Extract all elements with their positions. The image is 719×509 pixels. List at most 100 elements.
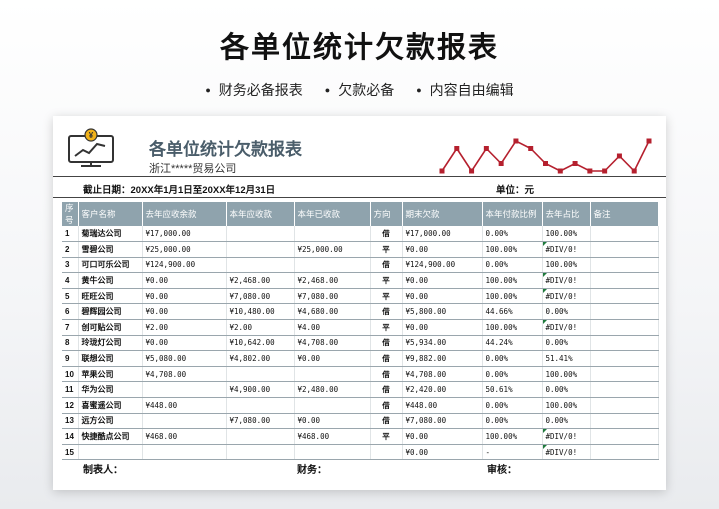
table-row: 5 旺旺公司 ¥0.00 ¥7,080.00 ¥7,080.00 平 ¥0.00 100.00… bbox=[62, 288, 659, 305]
column-header: 备注 bbox=[590, 202, 659, 226]
cell-paid: ¥2,468.00 bbox=[294, 272, 371, 289]
sparkline-point bbox=[557, 168, 563, 174]
column-header: 客户名称 bbox=[78, 202, 143, 226]
cell-note bbox=[590, 303, 659, 321]
cell-seq: 8 bbox=[62, 335, 79, 352]
cell-recv: ¥7,080.00 bbox=[226, 413, 295, 430]
table-row: 3 可口可乐公司 ¥124,900.00 借 ¥124,900.00 0.00% 100.0… bbox=[62, 257, 659, 274]
cell-end: ¥0.00 bbox=[402, 288, 483, 305]
cell-end: ¥17,000.00 bbox=[402, 226, 483, 243]
cell-name: 创可贴公司 bbox=[78, 319, 143, 336]
cell-prev: ¥25,000.00 bbox=[142, 241, 227, 258]
cell-dir: 平 bbox=[370, 319, 403, 336]
cell-note bbox=[590, 397, 659, 414]
cell-seq: 7 bbox=[62, 319, 79, 336]
cell-name: 菊瑞达公司 bbox=[78, 226, 143, 243]
table-row: 4 黄牛公司 ¥0.00 ¥2,468.00 ¥2,468.00 平 ¥0.00 100.00… bbox=[62, 272, 659, 289]
feature-list: 财务必备报表 欠款必备 内容自由编辑 bbox=[0, 80, 719, 100]
cell-end: ¥0.00 bbox=[402, 272, 483, 289]
sparkline-point bbox=[513, 138, 519, 144]
feature-item: 内容自由编辑 bbox=[416, 80, 514, 100]
signature-row: 制表人： 财务： 审核： bbox=[53, 458, 666, 478]
cell-paid: ¥2,480.00 bbox=[294, 381, 371, 399]
cell-paid: ¥25,000.00 bbox=[294, 241, 371, 258]
cell-paid: ¥4,708.00 bbox=[294, 335, 371, 352]
cell-seq: 12 bbox=[62, 397, 79, 414]
cell-name: 旺旺公司 bbox=[78, 288, 143, 305]
cell-note bbox=[590, 366, 659, 383]
cell-share: #DIV/0! bbox=[542, 319, 591, 336]
cell-ratio: 0.00% bbox=[482, 397, 543, 414]
table-row: 9 联想公司 ¥5,080.00 ¥4,802.00 ¥0.00 借 ¥9,882.00 0.… bbox=[62, 350, 659, 367]
cell-recv bbox=[226, 257, 295, 274]
cell-name: 雪碧公司 bbox=[78, 241, 143, 258]
sparkline-point bbox=[602, 168, 608, 174]
cell-prev: ¥468.00 bbox=[142, 428, 227, 445]
sparkline-point bbox=[498, 161, 504, 166]
finance-label: 财务： bbox=[297, 465, 327, 476]
cell-ratio: 100.00% bbox=[482, 428, 543, 445]
cell-seq: 6 bbox=[62, 303, 79, 321]
column-header: 序号 bbox=[62, 202, 79, 226]
column-header: 方向 bbox=[370, 202, 403, 226]
cell-name: 碧辉园公司 bbox=[78, 303, 143, 321]
date-range-label: 截止日期：20XX年1月1日至20XX年12月31日 bbox=[83, 185, 276, 196]
cell-seq: 10 bbox=[62, 366, 79, 383]
cell-end: ¥5,934.00 bbox=[402, 335, 483, 352]
debt-table: 序号 客户名称 去年应收余款 本年应收款 本年已收款 方向 期末欠款 本年付款比例 去年占比 备注… bbox=[62, 202, 659, 461]
column-header: 去年应收余款 bbox=[142, 202, 227, 226]
cell-ratio: 0.00% bbox=[482, 366, 543, 383]
column-header: 去年占比 bbox=[542, 202, 591, 226]
cell-name: 玲珑灯公司 bbox=[78, 335, 143, 352]
cell-recv: ¥10,642.00 bbox=[226, 335, 295, 352]
cell-ratio: 100.00% bbox=[482, 241, 543, 258]
cell-end: ¥0.00 bbox=[402, 428, 483, 445]
cell-name: 喜蜜遥公司 bbox=[78, 397, 143, 414]
sparkline-point bbox=[616, 153, 622, 159]
column-header: 本年付款比例 bbox=[482, 202, 543, 226]
cell-seq: 5 bbox=[62, 288, 79, 305]
cell-ratio: 44.24% bbox=[482, 335, 543, 352]
cell-end: ¥9,882.00 bbox=[402, 350, 483, 367]
page-headline: 各单位统计欠款报表 bbox=[219, 32, 499, 64]
cell-note bbox=[590, 428, 659, 445]
feature-item: 欠款必备 bbox=[325, 80, 394, 100]
sparkline-point bbox=[483, 146, 489, 151]
column-header: 本年应收款 bbox=[226, 202, 295, 226]
cell-end: ¥124,900.00 bbox=[402, 257, 483, 274]
cell-end: ¥448.00 bbox=[402, 397, 483, 414]
sparkline-chart bbox=[439, 138, 652, 174]
cell-recv bbox=[226, 397, 295, 414]
cell-paid: ¥0.00 bbox=[294, 350, 371, 367]
svg-text:¥: ¥ bbox=[89, 131, 94, 140]
audit-label: 审核： bbox=[487, 465, 517, 476]
cell-prev: ¥0.00 bbox=[142, 272, 227, 289]
cell-recv bbox=[226, 226, 295, 243]
cell-dir: 借 bbox=[370, 413, 403, 430]
cell-share: #DIV/0! bbox=[542, 241, 591, 258]
cell-share: 0.00% bbox=[542, 413, 591, 430]
cell-end: ¥2,420.00 bbox=[402, 381, 483, 399]
cell-recv bbox=[226, 241, 295, 258]
cell-note bbox=[590, 288, 659, 305]
table-row: 1 菊瑞达公司 ¥17,000.00 借 ¥17,000.00 0.00% 100.00% bbox=[62, 226, 659, 243]
cell-recv: ¥7,080.00 bbox=[226, 288, 295, 305]
company-name: 浙江*****贸易公司 bbox=[149, 163, 237, 175]
yen-chart-icon: ¥ bbox=[68, 128, 114, 167]
cell-prev bbox=[142, 413, 227, 430]
cell-dir: 借 bbox=[370, 381, 403, 399]
cell-recv: ¥4,900.00 bbox=[226, 381, 295, 399]
cell-prev: ¥0.00 bbox=[142, 335, 227, 352]
cell-name: 黄牛公司 bbox=[78, 272, 143, 289]
cell-ratio: 50.61% bbox=[482, 381, 543, 399]
cell-paid: ¥468.00 bbox=[294, 428, 371, 445]
cell-share: 100.00% bbox=[542, 226, 591, 243]
sheet-title: 各单位统计欠款报表 bbox=[149, 140, 302, 159]
cell-dir: 借 bbox=[370, 335, 403, 352]
cell-name: 联想公司 bbox=[78, 350, 143, 367]
sparkline-point bbox=[572, 161, 578, 166]
cell-paid: ¥7,080.00 bbox=[294, 288, 371, 305]
cell-dir: 借 bbox=[370, 350, 403, 367]
cell-ratio: 100.00% bbox=[482, 319, 543, 336]
feature-item: 财务必备报表 bbox=[205, 80, 303, 100]
